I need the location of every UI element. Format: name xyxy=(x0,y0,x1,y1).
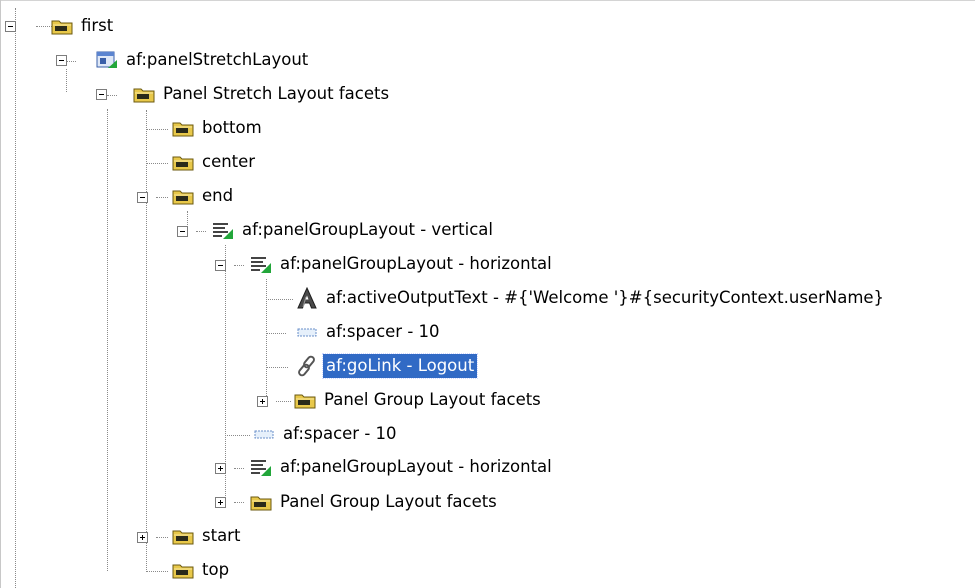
collapse-toggle-first[interactable] xyxy=(5,21,16,32)
tree-node-label: af:panelGroupLayout - vertical xyxy=(242,220,493,239)
folder-icon xyxy=(172,152,194,172)
tree-node-label: bottom xyxy=(202,118,262,137)
tree-node-golink-logout[interactable]: af:goLink - Logout xyxy=(296,351,479,381)
tree-node-label: af:activeOutputText - #{'Welcome '}#{sec… xyxy=(326,288,885,307)
tree-node-pgl-facets-outer[interactable]: Panel Group Layout facets xyxy=(250,487,500,517)
tree-node-label: center xyxy=(202,152,256,171)
folder-icon xyxy=(51,16,73,36)
tree-node-label: start xyxy=(202,526,241,545)
tree-node-pgl-horizontal[interactable]: af:panelGroupLayout - horizontal xyxy=(250,249,555,279)
tree-node-active-output-text[interactable]: af:activeOutputText - #{'Welcome '}#{sec… xyxy=(296,283,887,313)
tree-node-label: first xyxy=(81,16,114,35)
tree-node-label: end xyxy=(202,186,234,205)
collapse-toggle-panel-stretch-layout[interactable] xyxy=(56,55,67,66)
spacer-icon xyxy=(296,322,318,342)
tree-node-start[interactable]: start xyxy=(172,521,243,551)
collapse-toggle-panel-stretch-facets[interactable] xyxy=(96,89,107,100)
expand-toggle-pgl-facets-inner[interactable] xyxy=(257,396,268,407)
tree-node-label: af:panelGroupLayout - horizontal xyxy=(280,457,552,476)
tree-node-label: Panel Stretch Layout facets xyxy=(163,84,390,103)
tree-node-panel-stretch-layout[interactable]: af:panelStretchLayout xyxy=(96,45,311,75)
tree-node-spacer-outer[interactable]: af:spacer - 10 xyxy=(253,419,400,449)
collapse-toggle-pgl-horizontal[interactable] xyxy=(215,260,226,271)
tree-node-panel-stretch-facets[interactable]: Panel Stretch Layout facets xyxy=(133,79,392,109)
tree-node-label: top xyxy=(202,560,230,579)
tree-node-label: af:spacer - 10 xyxy=(283,424,397,443)
panel-top-border xyxy=(0,0,975,1)
tree-node-label: af:spacer - 10 xyxy=(326,322,440,341)
panel-left-border xyxy=(0,0,1,588)
panel-group-layout-icon xyxy=(212,220,234,240)
link-icon xyxy=(296,355,318,377)
folder-icon xyxy=(294,390,316,410)
folder-icon xyxy=(250,492,272,512)
panel-stretch-layout-icon xyxy=(96,50,118,70)
expand-toggle-pgl-horizontal-2[interactable] xyxy=(215,463,226,474)
tree-node-pgl-horizontal-2[interactable]: af:panelGroupLayout - horizontal xyxy=(250,452,555,482)
tree-node-label: Panel Group Layout facets xyxy=(324,390,541,409)
expand-toggle-pgl-facets-outer[interactable] xyxy=(215,497,226,508)
folder-icon xyxy=(133,84,155,104)
folder-icon xyxy=(172,118,194,138)
active-output-text-icon xyxy=(296,287,318,309)
expand-toggle-start[interactable] xyxy=(137,532,148,543)
tree-node-end[interactable]: end xyxy=(172,181,236,211)
tree-node-pgl-facets-inner[interactable]: Panel Group Layout facets xyxy=(294,385,544,415)
collapse-toggle-end[interactable] xyxy=(137,192,148,203)
tree-node-label: Panel Group Layout facets xyxy=(280,492,497,511)
tree-node-center[interactable]: center xyxy=(172,147,258,177)
folder-icon xyxy=(172,186,194,206)
tree-node-first[interactable]: first xyxy=(51,11,116,41)
spacer-icon xyxy=(253,424,275,444)
folder-icon xyxy=(172,560,194,580)
folder-icon xyxy=(172,526,194,546)
collapse-toggle-pgl-vertical[interactable] xyxy=(177,226,188,237)
tree-node-label-selected: af:goLink - Logout xyxy=(321,353,479,379)
tree-node-label: af:panelGroupLayout - horizontal xyxy=(280,254,552,273)
tree-node-label: af:panelStretchLayout xyxy=(126,50,309,69)
tree-node-pgl-vertical[interactable]: af:panelGroupLayout - vertical xyxy=(212,215,496,245)
tree-node-spacer-inner[interactable]: af:spacer - 10 xyxy=(296,317,443,347)
panel-group-layout-icon xyxy=(250,254,272,274)
tree-node-top[interactable]: top xyxy=(172,555,232,585)
tree-node-bottom[interactable]: bottom xyxy=(172,113,265,143)
panel-group-layout-icon xyxy=(250,457,272,477)
